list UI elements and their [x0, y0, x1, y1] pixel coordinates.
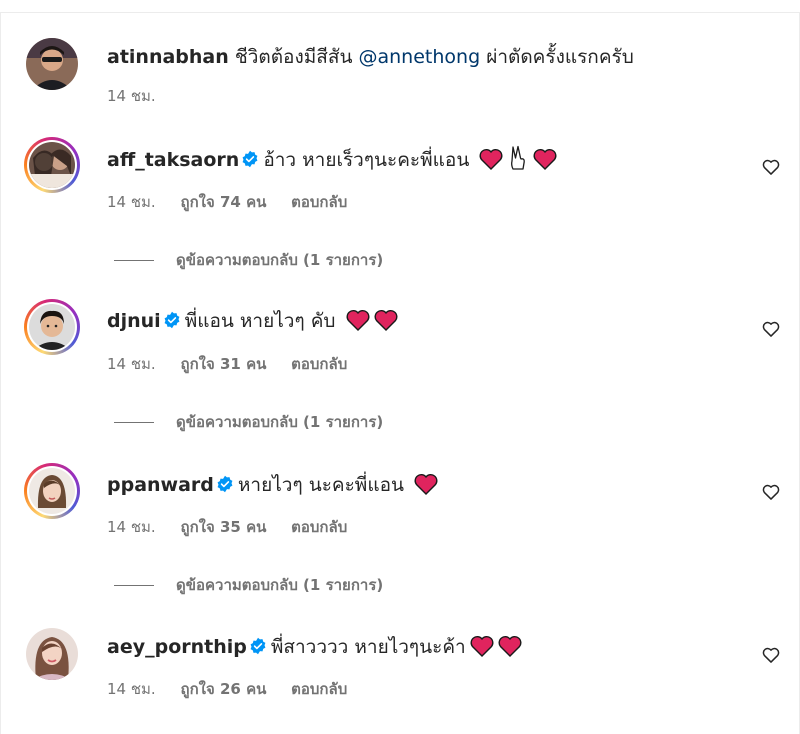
like-count[interactable]: ถูกใจ 31 คน — [180, 355, 266, 373]
comment-meta: 14 ชม. ถูกใจ 26 คน ตอบกลับ — [107, 677, 367, 701]
comment-text: อ้าว หายเร็วๆนะคะพี่แอน — [263, 149, 470, 171]
heart-emoji-icon — [533, 149, 557, 170]
replies-divider — [114, 422, 154, 423]
like-heart-icon[interactable] — [761, 645, 781, 665]
view-replies-button[interactable]: ดูข้อความตอบกลับ (1 รายการ) — [114, 248, 383, 272]
comment-text: ชีวิตต้องมีสีสัน — [234, 46, 353, 68]
reply-button[interactable]: ตอบกลับ — [291, 518, 347, 536]
timestamp[interactable]: 14 ชม. — [107, 355, 156, 373]
comment-text: หายไวๆ นะคะพี่แอน — [237, 474, 404, 496]
like-heart-icon[interactable] — [761, 157, 781, 177]
comment-text: พี่แอน หายไวๆ คับ — [184, 310, 336, 332]
avatar-image — [29, 142, 75, 188]
username[interactable]: atinnabhan — [107, 46, 229, 68]
avatar-aey-pornthip[interactable] — [24, 626, 80, 682]
comment-line: ppanward หายไวๆ นะคะพี่แอน — [107, 471, 438, 499]
timestamp[interactable]: 14 ชม. — [107, 680, 156, 698]
heart-emoji-icon — [374, 310, 398, 331]
verified-badge-icon — [164, 311, 180, 329]
heart-emoji-icon — [498, 636, 522, 657]
username[interactable]: djnui — [107, 310, 161, 332]
view-replies-button[interactable]: ดูข้อความตอบกลับ (1 รายการ) — [114, 410, 383, 434]
avatar-image — [29, 468, 75, 514]
top-divider — [0, 12, 800, 13]
avatar-image — [26, 38, 78, 90]
view-replies-button[interactable]: ดูข้อความตอบกลับ (1 รายการ) — [114, 573, 383, 597]
avatar-djnui[interactable] — [24, 299, 80, 355]
timestamp[interactable]: 14 ชม. — [107, 193, 156, 211]
view-replies-label: ดูข้อความตอบกลับ (1 รายการ) — [176, 251, 384, 269]
heart-emoji-icon — [414, 474, 438, 495]
avatar-image — [29, 304, 75, 350]
reply-button[interactable]: ตอบกลับ — [291, 355, 347, 373]
avatar-image — [26, 628, 78, 680]
view-replies-label: ดูข้อความตอบกลับ (1 รายการ) — [176, 413, 384, 431]
comment-line: atinnabhan ชีวิตต้องมีสีสัน @annethong ผ… — [107, 43, 634, 71]
reply-button[interactable]: ตอบกลับ — [291, 680, 347, 698]
avatar-atinnabhan[interactable] — [24, 36, 80, 92]
replies-divider — [114, 585, 154, 586]
username[interactable]: aey_pornthip — [107, 636, 247, 658]
comment-meta: 14 ชม. ถูกใจ 74 คน ตอบกลับ — [107, 190, 367, 214]
verified-badge-icon — [217, 475, 233, 493]
comment-line: djnui พี่แอน หายไวๆ คับ — [107, 307, 398, 335]
timestamp[interactable]: 14 ชม. — [107, 518, 156, 536]
avatar-ppanward[interactable] — [24, 463, 80, 519]
left-border — [0, 12, 1, 734]
username[interactable]: aff_taksaorn — [107, 149, 239, 171]
comment-text-after: ผ่าตัดครั้งแรกครับ — [486, 46, 634, 68]
heart-emoji-icon — [479, 149, 503, 170]
mention-link[interactable]: @annethong — [359, 46, 481, 68]
verified-badge-icon — [250, 637, 266, 655]
timestamp[interactable]: 14 ชม. — [107, 87, 156, 105]
comment-text: พี่สาวววว หายไวๆนะค้า — [270, 636, 466, 658]
like-count[interactable]: ถูกใจ 35 คน — [180, 518, 266, 536]
avatar-aff-taksaorn[interactable] — [24, 137, 80, 193]
replies-divider — [114, 260, 154, 261]
comment-line: aey_pornthip พี่สาวววว หายไวๆนะค้า — [107, 633, 522, 661]
reply-button[interactable]: ตอบกลับ — [291, 193, 347, 211]
verified-badge-icon — [242, 150, 258, 168]
comment-meta: 14 ชม. ถูกใจ 31 คน ตอบกลับ — [107, 352, 367, 376]
heart-emoji-icon — [346, 310, 370, 331]
username[interactable]: ppanward — [107, 474, 214, 496]
like-count[interactable]: ถูกใจ 26 คน — [180, 680, 266, 698]
like-heart-icon[interactable] — [761, 482, 781, 502]
victory-hand-emoji-icon — [511, 145, 526, 170]
comment-line: aff_taksaorn อ้าว หายเร็วๆนะคะพี่แอน — [107, 145, 557, 174]
view-replies-label: ดูข้อความตอบกลับ (1 รายการ) — [176, 576, 384, 594]
like-count[interactable]: ถูกใจ 74 คน — [180, 193, 266, 211]
comment-meta: 14 ชม. — [107, 84, 176, 108]
like-heart-icon[interactable] — [761, 319, 781, 339]
heart-emoji-icon — [470, 636, 494, 657]
comment-meta: 14 ชม. ถูกใจ 35 คน ตอบกลับ — [107, 515, 367, 539]
